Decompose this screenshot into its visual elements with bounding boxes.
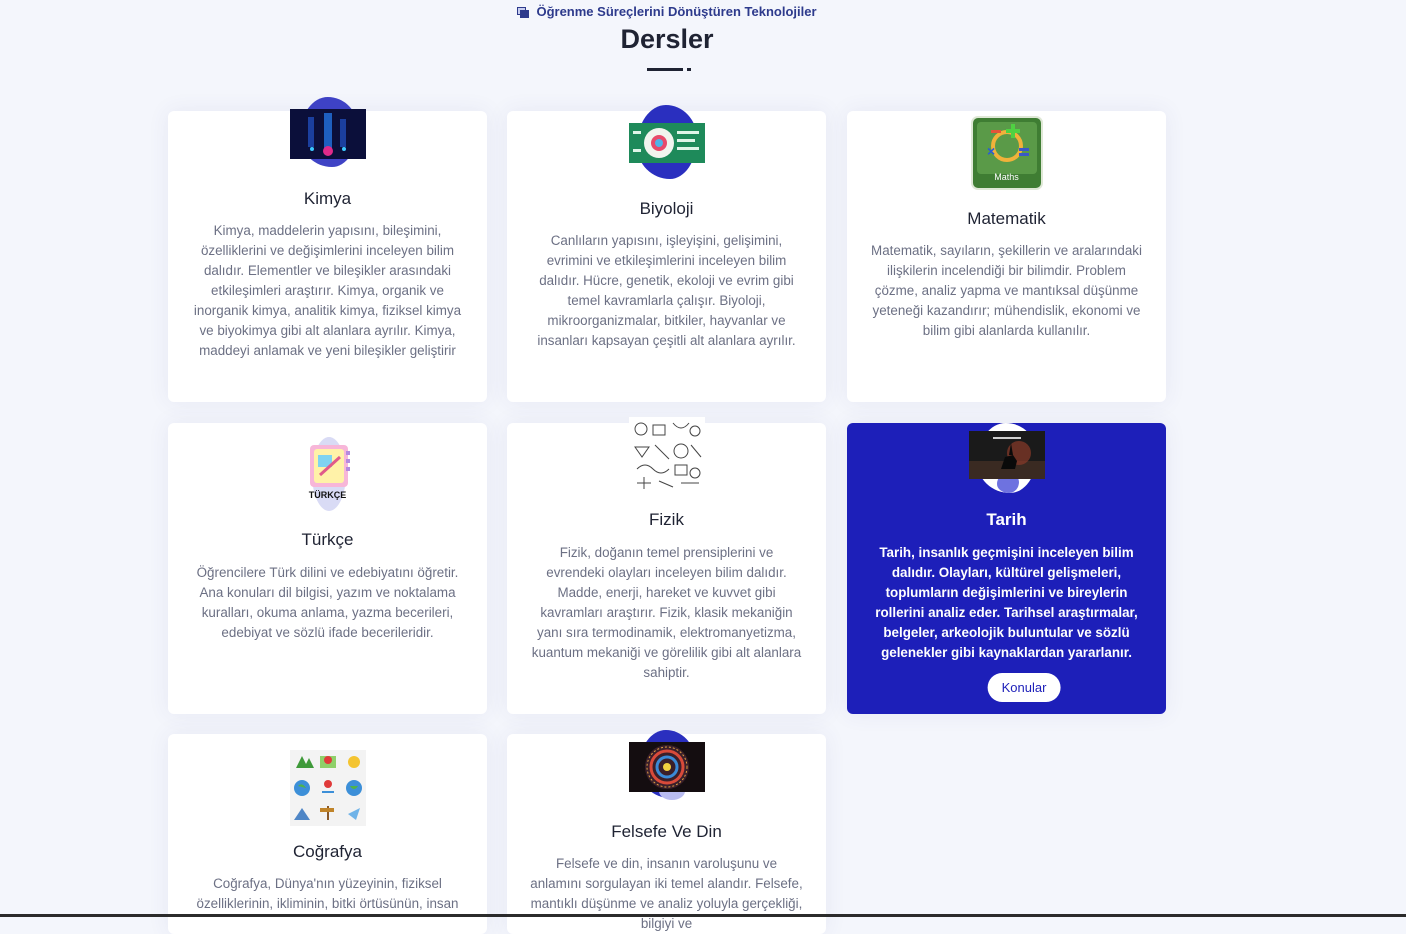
card-title: Tarih [986, 510, 1027, 529]
card-icon-wrap [628, 730, 705, 802]
svg-text:×: × [987, 143, 995, 159]
card-description: Felsefe ve din, insanın varoluşunu ve an… [530, 856, 803, 931]
page-title: Dersler [620, 24, 714, 54]
card-title: Biyoloji [639, 199, 694, 218]
card-description: Kimya, maddelerin yapısını, bileşimini, … [193, 223, 462, 358]
title-underline-dot [687, 68, 691, 71]
card-description: Coğrafya, Dünya'nın yüzeyinin, fiziksel … [196, 876, 459, 911]
section-eyebrow: Öğrenme Süreçlerini Dönüştüren Teknoloji… [0, 4, 1334, 19]
turkish-icon-label: TÜRKÇE [308, 490, 347, 500]
eyebrow-text: Öğrenme Süreçlerini Dönüştüren Teknoloji… [536, 4, 817, 19]
course-card-kimya[interactable]: Kimya Kimya, maddelerin yapısını, bileşi… [168, 97, 487, 402]
biology-thumbnail-icon [628, 123, 705, 163]
card-icon-wrap [628, 417, 705, 497]
course-card-turkce[interactable]: TÜRKÇE Türkçe Öğrencilere Türk dilini ve… [168, 423, 487, 714]
topics-button[interactable]: Konular [987, 673, 1061, 702]
history-horseman-icon [968, 431, 1045, 479]
card-title: Kimya [303, 189, 352, 208]
chemistry-thumbnail-icon [289, 109, 366, 159]
card-icon-wrap [289, 97, 366, 177]
card-description: Fizik, doğanın temel prensiplerini ve ev… [531, 545, 802, 680]
course-card-tarih[interactable]: Tarih Tarih, insanlık geçmişini inceleye… [847, 423, 1166, 714]
card-title: Fizik [649, 510, 684, 529]
card-description: Öğrencilere Türk dilini ve edebiyatını ö… [196, 565, 459, 640]
course-card-felsefe-ve-din[interactable]: Felsefe Ve Din Felsefe ve din, insanın v… [507, 730, 826, 934]
card-description: Tarih, insanlık geçmişini inceleyen bili… [875, 545, 1138, 660]
course-card-cografya[interactable]: Coğrafya Coğrafya, Dünya'nın yüzeyinin, … [168, 734, 487, 934]
card-icon-wrap [628, 105, 705, 185]
course-card-matematik[interactable]: × Maths Matematik Matematik, sayıların, … [847, 111, 1166, 402]
physics-doodles-icon [628, 417, 705, 493]
card-title: Matematik [967, 209, 1046, 228]
course-card-fizik[interactable]: Fizik Fizik, doğanın temel prensiplerini… [507, 417, 826, 714]
maths-icon-label: Maths [994, 172, 1019, 182]
card-icon-wrap: TÜRKÇE [290, 437, 366, 517]
geography-icons-grid-icon [289, 750, 366, 826]
title-underline [647, 68, 683, 71]
card-icon-wrap [289, 750, 366, 826]
card-title: Felsefe Ve Din [611, 822, 722, 841]
course-card-biyoloji[interactable]: Biyoloji Canlıların yapısını, işleyişini… [507, 105, 826, 402]
card-description: Matematik, sayıların, şekillerin ve aral… [871, 243, 1142, 338]
card-title: Coğrafya [293, 842, 362, 861]
stack-icon [517, 7, 530, 18]
card-icon-wrap [968, 423, 1045, 493]
card-icon-wrap: × Maths [969, 116, 1045, 192]
card-title: Türkçe [301, 530, 354, 549]
card-description: Canlıların yapısını, işleyişini, gelişim… [537, 233, 796, 348]
stained-glass-icon [628, 742, 705, 792]
